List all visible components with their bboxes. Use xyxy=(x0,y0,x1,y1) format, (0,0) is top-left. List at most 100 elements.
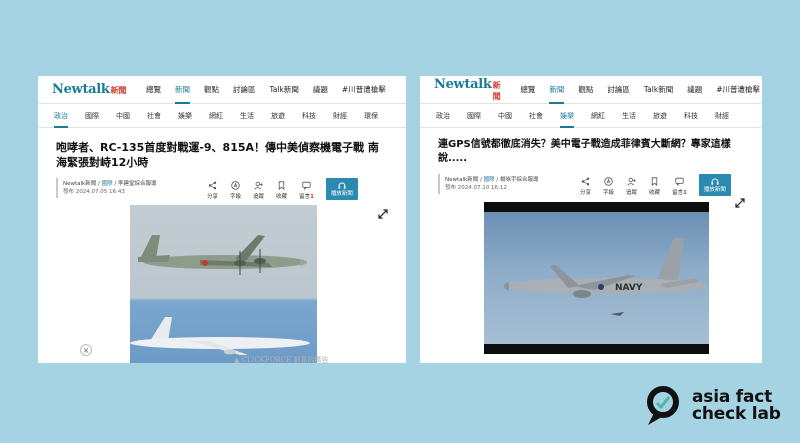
sub-nav-item-entertainment[interactable]: 娛樂 xyxy=(560,111,574,128)
top-nav-item-hashtag[interactable]: #川普遭槍擊 xyxy=(716,84,760,95)
sub-nav-item-politics[interactable]: 政治 xyxy=(54,111,68,128)
top-nav-item-overview[interactable]: 總覽 xyxy=(146,84,161,95)
sub-nav-item-international[interactable]: 國際 xyxy=(467,111,481,121)
byline-author: / 李建堂綜合報導 xyxy=(112,181,157,187)
font-size-icon xyxy=(231,181,240,190)
close-ad-button[interactable]: × xyxy=(80,344,92,356)
top-nav-items: 總覽 新聞 觀點 討論區 Talk新聞 議題 #川普遭槍擊 xyxy=(146,84,400,104)
font-size-button[interactable]: 字級 xyxy=(603,177,614,196)
font-size-label: 字級 xyxy=(230,194,242,200)
top-nav-item-talk-news[interactable]: Talk新聞 xyxy=(644,84,673,95)
meta-divider xyxy=(438,174,440,194)
sub-nav-item-entertainment[interactable]: 娛樂 xyxy=(178,111,192,121)
play-news-label: 播放新聞 xyxy=(330,190,353,197)
article-photo-reconnaissance-aircraft xyxy=(130,205,317,363)
article-screenshot-left: Newtalk 新聞 總覽 新聞 觀點 討論區 Talk新聞 議題 #川普遭槍擊 … xyxy=(38,76,406,363)
newtalk-logo[interactable]: Newtalk 新聞 xyxy=(434,77,501,102)
follow-icon xyxy=(627,177,636,186)
share-icon xyxy=(208,181,217,190)
top-nav-item-topics[interactable]: 議題 xyxy=(313,84,328,95)
bookmark-button[interactable]: 收藏 xyxy=(276,181,287,200)
logo-suffix: 新聞 xyxy=(110,85,127,95)
font-size-icon xyxy=(604,177,613,186)
sub-nav: 政治 國際 中國 社會 娛樂 網紅 生活 旅遊 科技 財經 環保 xyxy=(38,104,406,128)
sub-nav-item-influencers[interactable]: 網紅 xyxy=(209,111,223,121)
play-news-button[interactable]: 播放新聞 xyxy=(325,178,358,200)
sub-nav-item-society[interactable]: 社會 xyxy=(529,111,543,121)
top-nav-item-opinion[interactable]: 觀點 xyxy=(578,84,593,95)
font-size-button[interactable]: 字級 xyxy=(230,181,241,200)
top-nav-items: 總覽 新聞 觀點 討論區 Talk新聞 議題 #川普遭槍擊 xyxy=(520,84,762,104)
top-nav-item-forum[interactable]: 討論區 xyxy=(607,84,630,95)
sub-nav-item-tech[interactable]: 科技 xyxy=(302,111,316,121)
top-nav-item-news[interactable]: 新聞 xyxy=(175,84,191,104)
play-news-label: 播放新聞 xyxy=(703,186,726,193)
sub-nav-item-finance[interactable]: 財經 xyxy=(333,111,347,121)
article-meta: Newtalk新聞 / 國際 / 楊咏宇綜合報導 發布 2024.07.10 1… xyxy=(420,174,762,196)
ad-caption: ▲ CLICKFORCE 創意的廣告 xyxy=(234,356,329,363)
byline-author: / 楊咏宇綜合報導 xyxy=(494,177,539,183)
headphones-icon xyxy=(711,178,719,185)
sub-nav-item-tech[interactable]: 科技 xyxy=(684,111,698,121)
byline-source[interactable]: Newtalk新聞 xyxy=(63,181,96,187)
sub-nav-item-china[interactable]: 中國 xyxy=(498,111,512,121)
article-headline: 連GPS信號都徹底消失？美中電子戰造成菲律賓大斷網？專家這樣說..... xyxy=(438,139,731,164)
newtalk-logo[interactable]: Newtalk 新聞 xyxy=(52,82,126,97)
sub-nav-item-travel[interactable]: 旅遊 xyxy=(271,111,285,121)
comment-label: 留言 xyxy=(672,190,684,196)
expand-icon[interactable] xyxy=(735,198,745,208)
top-nav-item-topics[interactable]: 議題 xyxy=(687,84,702,95)
byline-source[interactable]: Newtalk新聞 xyxy=(445,177,478,183)
top-nav-item-forum[interactable]: 討論區 xyxy=(233,84,256,95)
top-nav: Newtalk 新聞 總覽 新聞 觀點 討論區 Talk新聞 議題 #川普遭槍擊 xyxy=(38,76,406,104)
sub-nav-item-society[interactable]: 社會 xyxy=(147,111,161,121)
headphones-icon xyxy=(338,182,346,189)
aircraft-illustration xyxy=(130,235,317,363)
byline: Newtalk新聞 / 國際 / 楊咏宇綜合報導 發布 2024.07.10 1… xyxy=(445,176,538,192)
sub-nav-item-international[interactable]: 國際 xyxy=(85,111,99,121)
follow-button[interactable]: 追蹤 xyxy=(626,177,637,196)
sub-nav: 政治 國際 中國 社會 娛樂 網紅 生活 旅遊 科技 財經 xyxy=(420,104,762,128)
byline-category[interactable]: 國際 xyxy=(102,181,113,187)
sub-nav-item-politics[interactable]: 政治 xyxy=(436,111,450,121)
comment-count: 1 xyxy=(683,190,687,196)
top-nav-item-opinion[interactable]: 觀點 xyxy=(204,84,219,95)
byline-category[interactable]: 國際 xyxy=(484,177,495,183)
logo-text: Newtalk xyxy=(52,82,110,97)
logo-suffix: 新聞 xyxy=(492,80,501,101)
article-screenshot-right: Newtalk 新聞 總覽 新聞 觀點 討論區 Talk新聞 議題 #川普遭槍擊 … xyxy=(420,76,762,363)
comment-label: 留言 xyxy=(299,194,311,200)
sub-nav-item-finance[interactable]: 財經 xyxy=(715,111,729,121)
bookmark-label: 收藏 xyxy=(276,194,288,200)
follow-label: 追蹤 xyxy=(253,194,265,200)
expand-icon[interactable] xyxy=(378,209,388,219)
logo-text: Newtalk xyxy=(434,77,492,92)
share-button[interactable]: 分享 xyxy=(207,181,218,200)
magnifier-icon xyxy=(647,386,679,425)
sub-nav-item-china[interactable]: 中國 xyxy=(116,111,130,121)
bookmark-icon xyxy=(650,177,659,186)
publish-date: 發布 2024.07.10 16:12 xyxy=(445,185,507,191)
share-button[interactable]: 分享 xyxy=(580,177,591,196)
aircraft-illustration: NAVY xyxy=(502,238,706,316)
follow-button[interactable]: 追蹤 xyxy=(253,181,264,200)
sub-nav-item-influencers[interactable]: 網紅 xyxy=(591,111,605,121)
byline: Newtalk新聞 / 國際 / 李建堂綜合報導 發布 2024.07.05 1… xyxy=(63,180,156,196)
top-nav-item-talk-news[interactable]: Talk新聞 xyxy=(270,84,299,95)
comment-button[interactable]: 留言1 xyxy=(299,181,314,200)
top-nav-item-overview[interactable]: 總覽 xyxy=(520,84,535,95)
play-news-button[interactable]: 播放新聞 xyxy=(698,174,731,196)
bookmark-button[interactable]: 收藏 xyxy=(649,177,660,196)
share-icon xyxy=(581,177,590,186)
sub-nav-item-life[interactable]: 生活 xyxy=(622,111,636,121)
top-nav-item-hashtag[interactable]: #川普遭槍擊 xyxy=(342,84,386,95)
bookmark-label: 收藏 xyxy=(649,190,661,196)
top-nav-item-news[interactable]: 新聞 xyxy=(549,84,565,104)
sub-nav-item-environment[interactable]: 環保 xyxy=(364,111,378,121)
sub-nav-item-life[interactable]: 生活 xyxy=(240,111,254,121)
comment-button[interactable]: 留言1 xyxy=(672,177,687,196)
meta-divider xyxy=(56,178,58,198)
follow-icon xyxy=(254,181,263,190)
bookmark-icon xyxy=(277,181,286,190)
sub-nav-item-travel[interactable]: 旅遊 xyxy=(653,111,667,121)
